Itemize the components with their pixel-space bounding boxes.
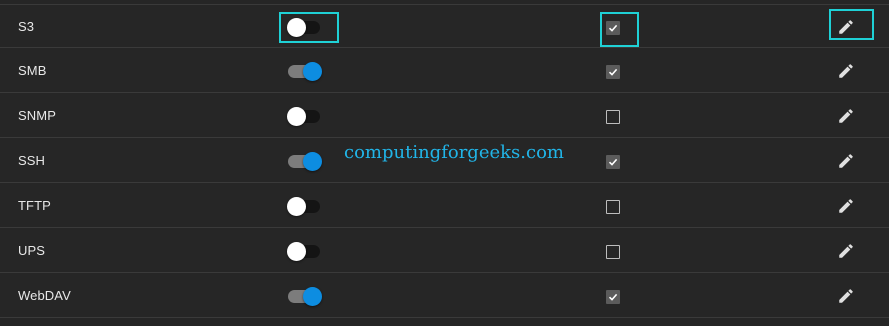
running-toggle[interactable] xyxy=(281,49,337,93)
checkbox-box xyxy=(606,290,620,304)
checkmark-icon xyxy=(608,68,618,76)
pencil-icon xyxy=(839,64,853,78)
edit-button[interactable] xyxy=(829,139,873,183)
table-row-snmp: SNMP xyxy=(0,94,889,138)
toggle-knob xyxy=(303,152,322,171)
start-automatically-checkbox[interactable] xyxy=(600,94,638,138)
watermark-text: computingforgeeks.com xyxy=(344,142,564,163)
pencil-icon xyxy=(839,109,853,123)
table-row-smb: SMB xyxy=(0,49,889,93)
highlight-toggle xyxy=(279,12,339,43)
services-table: S3 SMB SNMP SSH TFTP UPS WebDAV computin… xyxy=(0,0,889,326)
start-automatically-checkbox[interactable] xyxy=(600,49,638,93)
service-name: S3 xyxy=(18,19,35,34)
service-name: WebDAV xyxy=(18,288,71,303)
checkmark-icon xyxy=(608,293,618,301)
checkbox-box xyxy=(606,245,620,259)
pencil-icon xyxy=(839,199,853,213)
checkbox-box xyxy=(606,65,620,79)
table-row-ups: UPS xyxy=(0,229,889,273)
table-row-webdav: WebDAV xyxy=(0,274,889,318)
start-automatically-checkbox[interactable] xyxy=(600,184,638,228)
start-automatically-checkbox[interactable] xyxy=(600,274,638,318)
pencil-icon xyxy=(839,244,853,258)
running-toggle[interactable] xyxy=(281,139,337,183)
checkmark-icon xyxy=(608,158,618,166)
running-toggle[interactable] xyxy=(281,229,337,273)
checkbox-box xyxy=(606,200,620,214)
pencil-icon xyxy=(839,289,853,303)
service-name: SNMP xyxy=(18,108,56,123)
service-name: TFTP xyxy=(18,198,51,213)
start-automatically-checkbox[interactable] xyxy=(600,229,638,273)
edit-button[interactable] xyxy=(829,184,873,228)
toggle-knob xyxy=(287,197,306,216)
edit-button[interactable] xyxy=(829,229,873,273)
pencil-icon xyxy=(839,154,853,168)
table-row-s3: S3 xyxy=(0,4,889,48)
service-name: UPS xyxy=(18,243,46,258)
edit-button[interactable] xyxy=(829,49,873,93)
running-toggle[interactable] xyxy=(281,274,337,318)
edit-button[interactable] xyxy=(829,94,873,138)
running-toggle[interactable] xyxy=(281,94,337,138)
checkbox-box xyxy=(606,155,620,169)
edit-button[interactable] xyxy=(829,274,873,318)
running-toggle[interactable] xyxy=(281,184,337,228)
highlight-checkbox xyxy=(600,12,639,47)
checkbox-box xyxy=(606,110,620,124)
toggle-knob xyxy=(287,107,306,126)
service-name: SSH xyxy=(18,153,46,168)
toggle-knob xyxy=(303,287,322,306)
highlight-edit xyxy=(829,9,874,40)
toggle-knob xyxy=(287,242,306,261)
service-name: SMB xyxy=(18,63,47,78)
table-row-tftp: TFTP xyxy=(0,184,889,228)
toggle-knob xyxy=(303,62,322,81)
start-automatically-checkbox[interactable] xyxy=(600,139,638,183)
